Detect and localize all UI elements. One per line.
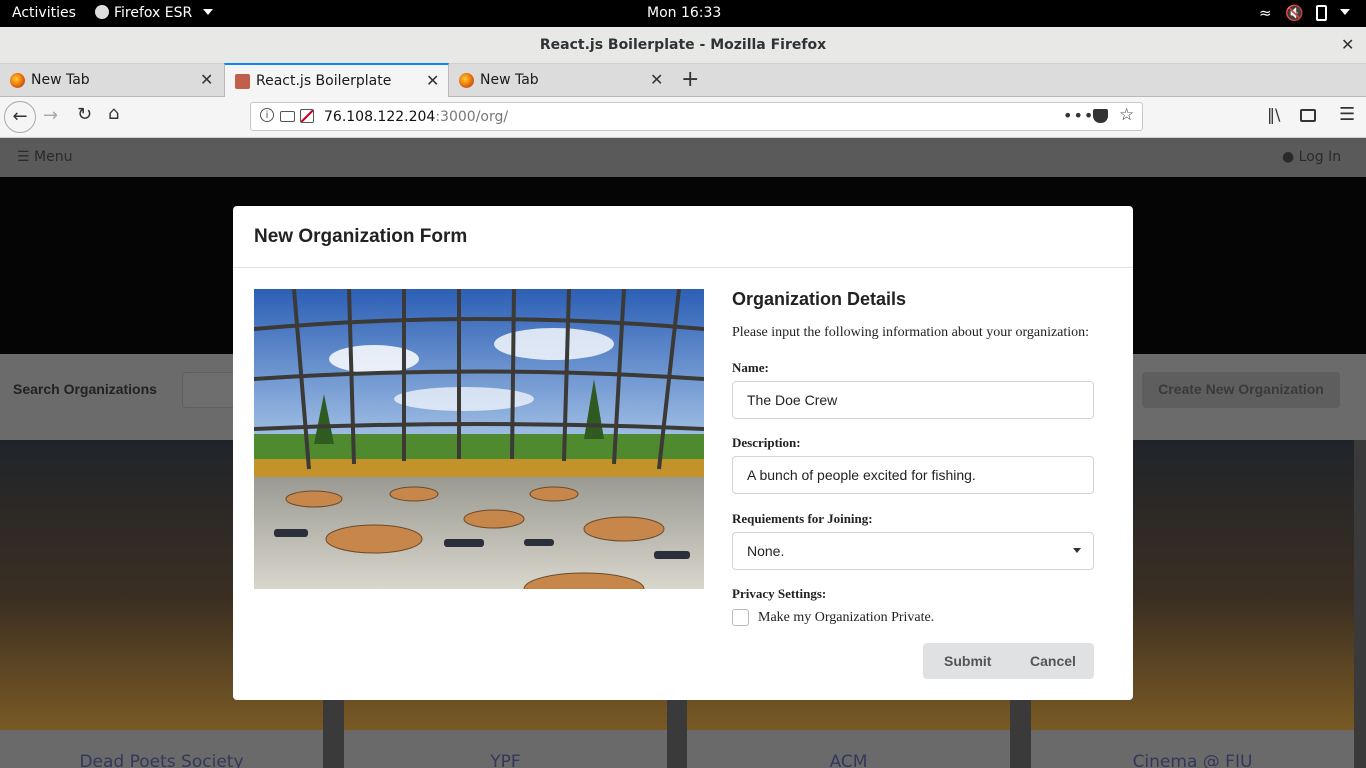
description-field[interactable]: A bunch of people excited for fishing.	[732, 456, 1094, 494]
activities-button[interactable]: Activities	[12, 5, 76, 21]
modal-title: New Organization Form	[254, 226, 468, 247]
insecure-connection-icon[interactable]	[300, 109, 314, 123]
url-path: :3000/org/	[435, 109, 509, 125]
url-host: 76.108.122.204	[324, 109, 436, 125]
sidebar-icon[interactable]	[1300, 109, 1316, 122]
back-arrow-icon[interactable]: ←	[4, 101, 36, 133]
user-icon: ●	[1282, 149, 1295, 165]
org-card-title[interactable]: ACM	[687, 730, 1010, 768]
cafeteria-photo	[254, 289, 704, 589]
bookmark-star-icon[interactable]: ☆	[1119, 105, 1134, 125]
privacy-label: Privacy Settings:	[732, 586, 827, 601]
tab-close-icon[interactable]: ✕	[426, 71, 439, 90]
chevron-down-icon	[202, 9, 213, 15]
new-tab-plus-icon[interactable]: +	[681, 67, 699, 92]
window-title: React.js Boilerplate - Mozilla Firefox	[539, 37, 827, 53]
navigation-toolbar: ← → ↻ ⌂ i 76.108.122.204:3000/org/ ••• ☆…	[0, 97, 1366, 138]
requirements-dropdown[interactable]: None.	[732, 532, 1094, 570]
system-top-bar: Activities Firefox ESR Mon 16:33 ≈ 🔇	[0, 0, 1366, 27]
tab-label: New Tab	[480, 72, 539, 88]
section-title: Organization Details	[732, 289, 907, 309]
cancel-button[interactable]: Cancel	[1030, 653, 1076, 669]
org-card-title[interactable]: Dead Poets Society	[0, 730, 323, 768]
battery-icon[interactable]	[1316, 5, 1327, 21]
window-title-bar: React.js Boilerplate - Mozilla Firefox ✕	[0, 27, 1366, 64]
url-bar[interactable]: i 76.108.122.204:3000/org/ ••• ☆	[250, 102, 1143, 131]
page-actions-icon[interactable]: •••	[1063, 106, 1094, 125]
requirements-selected-value: None.	[747, 543, 785, 559]
org-card-title[interactable]: YPF	[344, 730, 667, 768]
menu-label: Menu	[34, 149, 73, 165]
tab-react-boilerplate[interactable]: React.js Boilerplate ✕	[224, 63, 449, 97]
create-organization-button[interactable]: Create New Organization	[1142, 372, 1340, 408]
pocket-icon[interactable]	[1093, 109, 1108, 123]
new-organization-modal: New Organization Form Organization Detai…	[233, 206, 1133, 700]
wifi-icon[interactable]: ≈	[1259, 4, 1272, 22]
home-icon[interactable]: ⌂	[108, 103, 119, 124]
tab-bar: New Tab ✕ React.js Boilerplate ✕ New Tab…	[0, 63, 1366, 97]
menu-button[interactable]: ☰ Menu	[17, 149, 72, 165]
system-menu-chevron-icon[interactable]	[1340, 3, 1350, 19]
name-field[interactable]: The Doe Crew	[732, 381, 1094, 419]
private-organization-label[interactable]: Make my Organization Private.	[758, 610, 934, 626]
firefox-favicon-icon	[459, 73, 474, 88]
submit-button[interactable]: Submit	[944, 653, 991, 669]
search-label: Search Organizations	[13, 381, 157, 397]
organization-details-form: Organization Details Please input the fo…	[732, 289, 1094, 679]
tab-label: React.js Boilerplate	[256, 73, 392, 89]
requirements-label: Requiements for Joining:	[732, 511, 873, 526]
react-favicon-icon	[235, 74, 250, 89]
info-icon[interactable]: i	[260, 108, 274, 122]
tab-close-icon[interactable]: ✕	[200, 70, 213, 89]
login-label: Log In	[1298, 149, 1342, 165]
volume-muted-icon[interactable]: 🔇	[1285, 4, 1304, 22]
tab-close-icon[interactable]: ✕	[650, 70, 663, 89]
tab-new-tab-2[interactable]: New Tab ✕	[449, 64, 673, 97]
org-card-title[interactable]: Cinema @ FIU	[1031, 730, 1354, 768]
forward-arrow-icon[interactable]: →	[43, 105, 58, 126]
clock[interactable]: Mon 16:33	[647, 5, 721, 21]
form-intro: Please input the following information a…	[732, 325, 1090, 340]
reload-icon[interactable]: ↻	[77, 104, 92, 125]
window-close-icon[interactable]: ✕	[1341, 35, 1354, 54]
site-menu-bar: ☰ Menu ● Log In	[0, 138, 1366, 177]
firefox-app-icon	[95, 5, 109, 19]
url-text: 76.108.122.204:3000/org/	[324, 109, 508, 125]
firefox-favicon-icon	[10, 73, 25, 88]
dropdown-caret-icon	[1073, 548, 1081, 553]
hamburger-menu-icon[interactable]: ☰	[1339, 104, 1355, 125]
library-icon[interactable]: ‖\	[1267, 105, 1280, 124]
description-label: Description:	[732, 435, 801, 450]
login-button[interactable]: ● Log In	[1282, 149, 1341, 165]
permissions-icon[interactable]	[280, 111, 295, 122]
tab-new-tab-1[interactable]: New Tab ✕	[0, 64, 224, 97]
tab-label: New Tab	[31, 72, 90, 88]
app-menu[interactable]: Firefox ESR	[95, 5, 213, 21]
form-button-group: Submit Cancel	[923, 643, 1094, 679]
modal-header: New Organization Form	[233, 206, 1133, 268]
name-label: Name:	[732, 360, 769, 375]
private-organization-checkbox[interactable]	[732, 609, 749, 626]
app-menu-label: Firefox ESR	[114, 5, 193, 21]
